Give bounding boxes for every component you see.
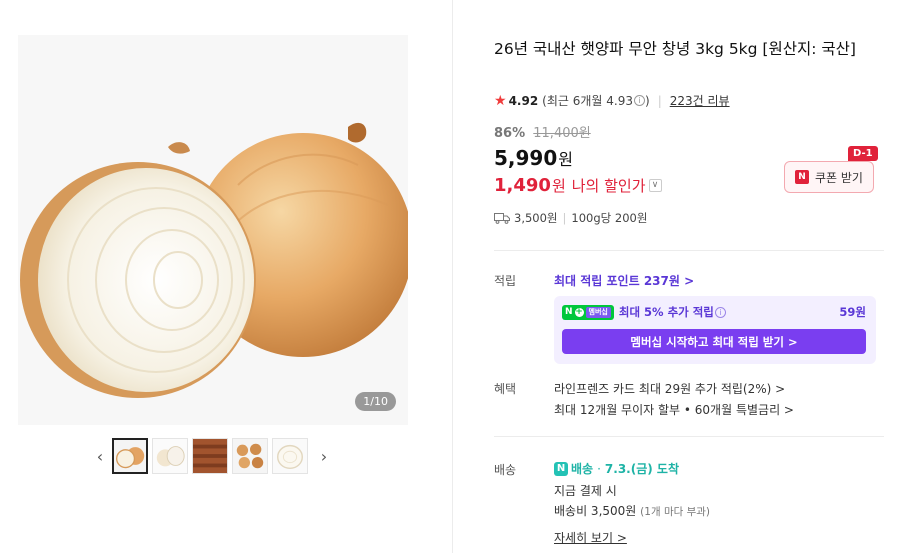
membership-text: 최대 5% 추가 적립 [618, 305, 714, 319]
max-points-link[interactable]: 최대 적립 포인트 237원 > [554, 272, 694, 289]
installment-link[interactable]: 최대 12개월 무이자 할부 • 60개월 특별금리 > [554, 401, 794, 418]
chevron-left-icon[interactable]: ‹ [88, 438, 112, 474]
shipping-summary: 3,500원 | 100g당 200원 [494, 210, 647, 226]
recent-rating-end: ) [645, 93, 650, 108]
membership-value: 59원 [839, 305, 866, 319]
divider [494, 250, 884, 251]
membership-badge: N + 멤버십 [562, 304, 614, 320]
divider [494, 436, 884, 437]
coupon-button[interactable]: N 쿠폰 받기 [784, 161, 874, 193]
naver-n-icon: N [795, 170, 809, 184]
delivery-brand-label: 배송 [571, 462, 594, 476]
thumbnail[interactable] [192, 438, 228, 474]
card-benefit-link[interactable]: 라인프렌즈 카드 최대 29원 추가 적립(2%) > [554, 380, 785, 397]
review-count-link[interactable]: 223건 리뷰 [670, 92, 730, 109]
arrival-date: 7.3.(금) 도착 [604, 462, 680, 476]
delivery-fee: 배송비 3,500원 (1개 마다 부과) [554, 502, 710, 519]
image-counter: 1/10 [355, 392, 396, 411]
delivery-fee-text: 배송비 3,500원 [554, 504, 637, 518]
discount-rate: 86% [494, 126, 526, 141]
separator: | [657, 93, 662, 108]
dday-badge: D-1 [848, 146, 878, 161]
my-price-unit: 원 [551, 177, 566, 195]
thumbnail[interactable] [272, 438, 308, 474]
onion-photo [18, 35, 408, 425]
sale-price-value: 5,990 [494, 146, 558, 170]
product-gallery: 1/10 ‹ › [0, 0, 452, 553]
naver-delivery-icon: N [554, 461, 568, 476]
thumbnail[interactable] [152, 438, 188, 474]
delivery-label: 배송 [494, 463, 517, 477]
separator: | [562, 211, 567, 225]
coupon-label: 쿠폰 받기 [815, 170, 863, 185]
info-icon[interactable]: i [634, 95, 645, 106]
membership-row: N + 멤버십 최대 5% 추가 적립 i 59원 [562, 304, 866, 320]
benefits-label: 혜택 [494, 382, 517, 396]
rating-row: ★ 4.92 (최근 6개월 4.93 i ) | 223건 리뷰 [494, 92, 730, 109]
info-icon[interactable]: i [714, 306, 726, 318]
original-price: 11,400원 [533, 126, 591, 141]
column-divider [452, 0, 453, 553]
product-title: 26년 국내산 햇양파 무안 창녕 3kg 5kg [원산지: 국산] [494, 40, 856, 58]
my-price[interactable]: 1,490 원 나의 할인가 ∨ [494, 175, 662, 196]
thumbnail-strip: ‹ › [88, 438, 336, 474]
my-price-value: 1,490 [494, 175, 551, 196]
star-icon: ★ [494, 92, 507, 109]
delivery-fee-note: (1개 마다 부과) [640, 506, 711, 518]
separator: · [597, 461, 601, 476]
main-product-image[interactable]: 1/10 [18, 35, 408, 425]
sale-price: 5,990원 [494, 146, 573, 170]
discount-row: 86% 11,400원 [494, 122, 591, 141]
membership-start-button[interactable]: 멤버십 시작하고 최대 적립 받기 > [562, 329, 866, 354]
recent-rating: (최근 6개월 4.93 [542, 94, 633, 108]
unit-price: 100g당 200원 [571, 211, 648, 225]
chevron-down-icon[interactable]: ∨ [648, 179, 662, 192]
points-label: 적립 [494, 274, 517, 288]
thumbnail[interactable] [112, 438, 148, 474]
chevron-right-icon[interactable]: › [312, 438, 336, 474]
sale-price-unit: 원 [558, 150, 573, 169]
my-price-label: 나의 할인가 [571, 177, 646, 195]
truck-icon [494, 213, 510, 224]
thumbnail[interactable] [232, 438, 268, 474]
rating-score: 4.92 [508, 93, 539, 108]
pay-now-text: 지금 결제 시 [554, 484, 617, 498]
detail-link[interactable]: 자세히 보기 > [554, 529, 627, 546]
membership-box: N + 멤버십 최대 5% 추가 적립 i 59원 멤버십 시작하고 최대 적립 받… [554, 296, 876, 364]
delivery-brand: N 배송 · 7.3.(금) 도착 [554, 460, 679, 477]
shipping-fee: 3,500원 [514, 211, 558, 225]
